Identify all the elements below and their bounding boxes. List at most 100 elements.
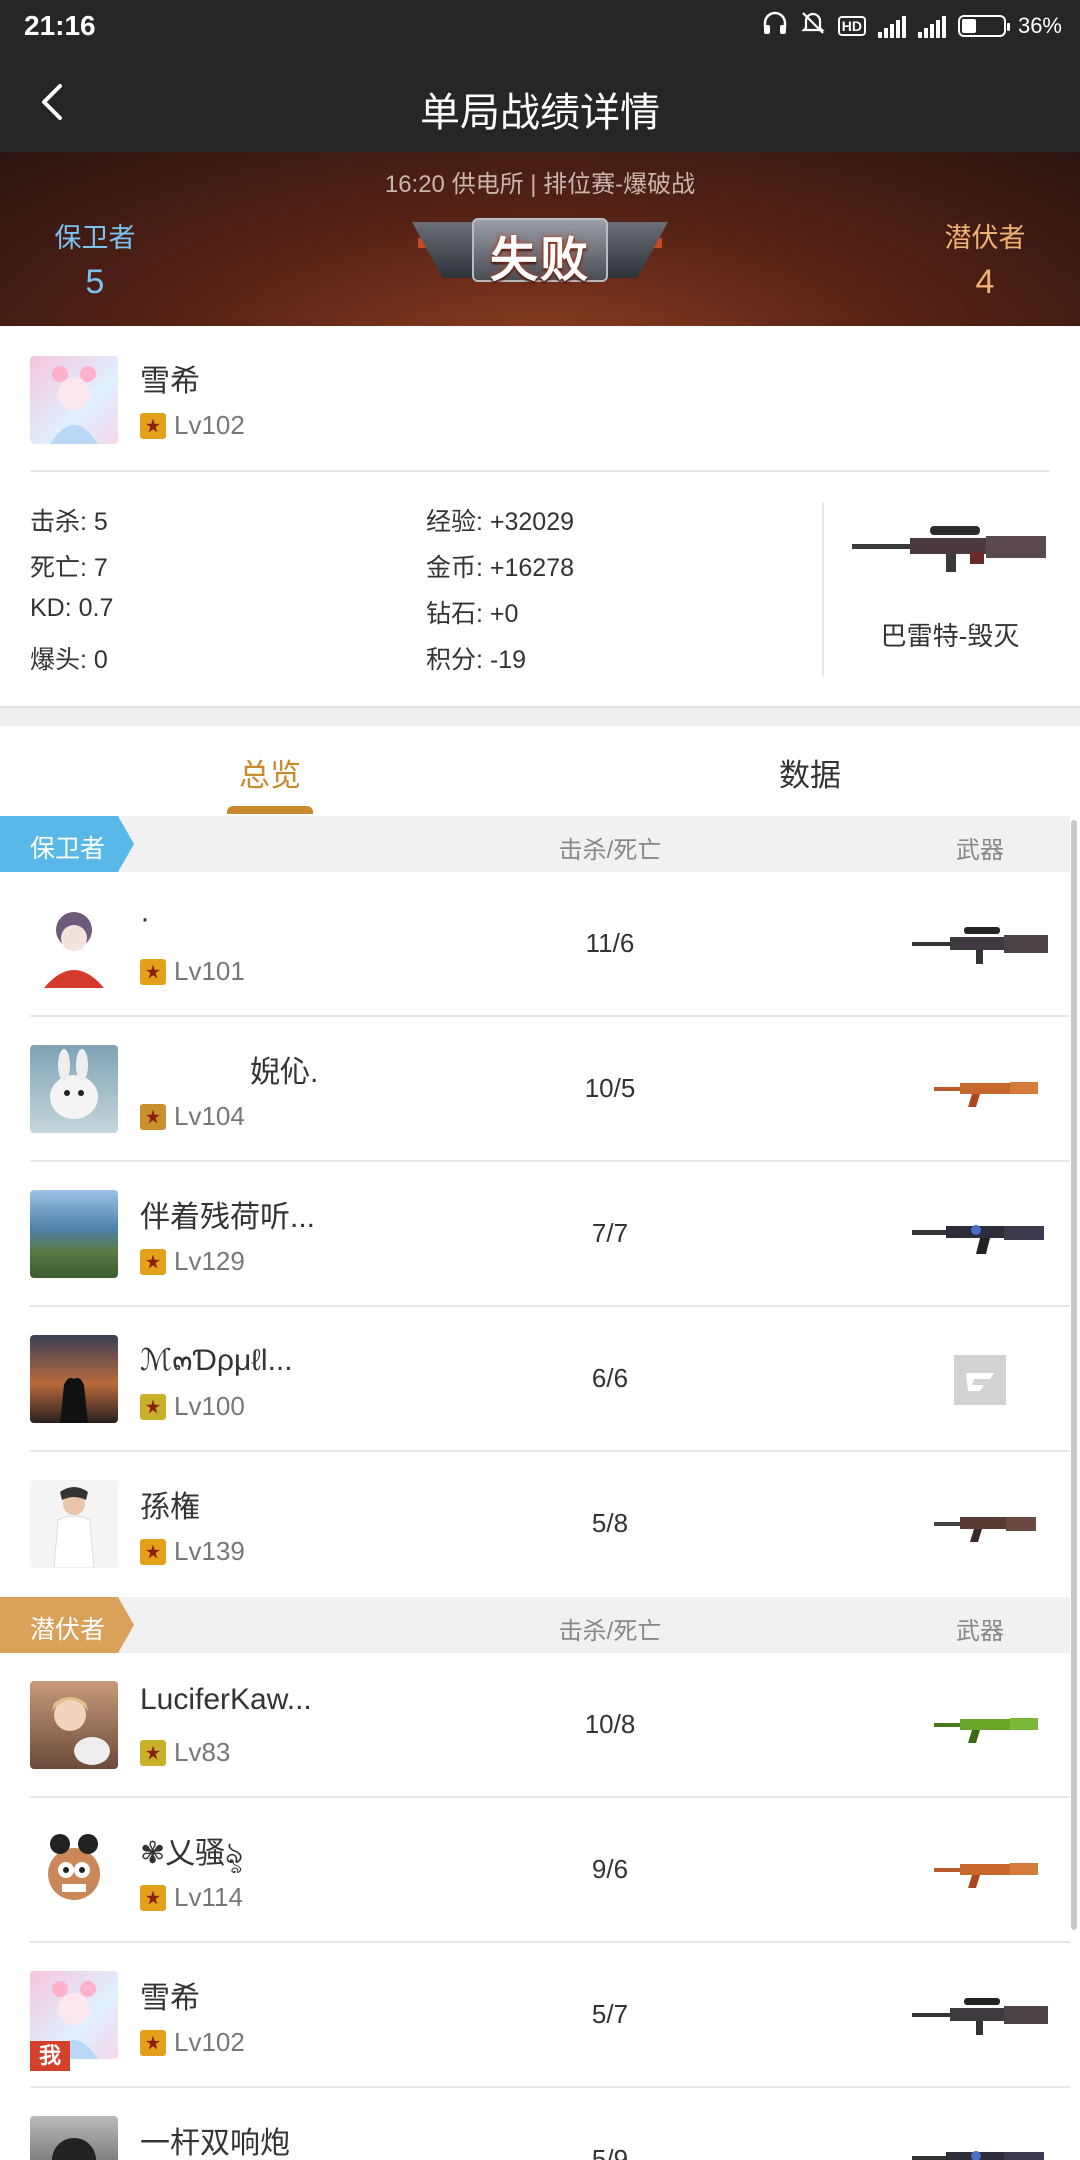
rank-icon xyxy=(140,958,166,985)
player-name: 雪希 xyxy=(140,1982,200,2015)
vertical-divider xyxy=(822,502,824,676)
defenders-tag: 保卫者 xyxy=(0,816,134,872)
rank-icon xyxy=(140,1393,166,1420)
signal-icon-2 xyxy=(917,14,946,38)
table-row[interactable]: ℳ๓Ɗρμℓl... Lv100 6/6 xyxy=(0,1307,1070,1452)
player-level: Lv102 xyxy=(140,410,245,441)
player-name: ℳ๓Ɗρμℓl... xyxy=(140,1344,293,1377)
rank-icon xyxy=(140,1248,166,1275)
attackers-header: 潜伏者 击杀/死亡 武器 xyxy=(0,1597,1070,1653)
weapon-name: 巴雷特-毁灭 xyxy=(880,621,1020,651)
player-level: Lv101 xyxy=(140,956,245,987)
avatar[interactable] xyxy=(30,1826,118,1914)
ak-rifle-icon xyxy=(910,1065,1050,1115)
avatar[interactable] xyxy=(30,1045,118,1133)
stat-gold: 金币: +16278 xyxy=(426,554,575,582)
col-weapon-header: 武器 xyxy=(956,1618,1004,1645)
player-level: Lv129 xyxy=(140,1246,245,1277)
right-team-name: 潜伏者 xyxy=(944,223,1026,253)
hd-icon: HD xyxy=(837,16,866,36)
kill-death: 7/7 xyxy=(591,1218,629,1248)
avatar[interactable] xyxy=(30,1190,118,1278)
right-team-score: 4 xyxy=(975,263,995,301)
kill-death: 11/6 xyxy=(585,928,635,958)
rifle-icon xyxy=(910,2136,1050,2160)
table-row[interactable]: 我 雪希 Lv102 5/7 xyxy=(0,1943,1070,2088)
defenders-header: 保卫者 击杀/死亡 武器 xyxy=(0,816,1070,872)
ak-rifle-icon xyxy=(910,1846,1050,1896)
player-name: 雪希 xyxy=(140,365,200,398)
player-summary: 雪希 Lv102 击杀: 5 死亡: 7 KD: 0.7 爆头: 0 经验: +… xyxy=(0,326,1080,706)
col-kd-header: 击杀/死亡 xyxy=(558,1618,662,1645)
stat-diamond: 钻石: +0 xyxy=(426,600,519,628)
stat-deaths: 死亡: 7 xyxy=(30,554,108,582)
sniper-rifle-icon xyxy=(910,920,1050,970)
kill-death: 10/5 xyxy=(584,1073,636,1103)
table-row[interactable]: 婗伈. Lv104 10/5 xyxy=(0,1017,1070,1162)
stat-exp: 经验: +32029 xyxy=(426,508,575,536)
stat-kd: KD: 0.7 xyxy=(30,594,114,622)
col-kd-header: 击杀/死亡 xyxy=(558,837,662,864)
left-team-score: 5 xyxy=(85,263,105,301)
match-banner: 16:20 供电所 | 排位赛-爆破战 保卫者 5 失败 潜伏者 4 xyxy=(0,152,1080,326)
scrollbar[interactable] xyxy=(1071,820,1077,1930)
player-name: ✾乂骚ৡ xyxy=(140,1837,244,1870)
rank-icon xyxy=(140,1103,166,1130)
rank-icon xyxy=(140,1884,166,1911)
avatar[interactable] xyxy=(30,356,118,444)
kill-death: 10/8 xyxy=(584,1709,636,1739)
avatar[interactable] xyxy=(30,1480,118,1568)
stat-headshots: 爆头: 0 xyxy=(30,646,108,674)
result-text: 失败 xyxy=(489,234,590,287)
left-team: 保卫者 5 xyxy=(30,216,160,302)
kill-death: 5/9 xyxy=(591,2144,629,2160)
table-row[interactable]: 伴着残荷听... Lv129 7/7 xyxy=(0,1162,1070,1307)
divider xyxy=(30,470,1050,472)
sniper-rifle-icon xyxy=(850,520,1050,576)
col-weapon-header: 武器 xyxy=(956,837,1004,864)
player-level: Lv83 xyxy=(140,1737,230,1768)
left-team-name: 保卫者 xyxy=(54,223,136,253)
ak-rifle-icon xyxy=(910,1701,1050,1751)
kill-death: 6/6 xyxy=(591,1363,629,1393)
headphones-icon xyxy=(762,11,788,41)
rank-icon xyxy=(140,1538,166,1565)
table-row[interactable]: LuciferKaw... Lv83 10/8 xyxy=(0,1653,1070,1798)
avatar[interactable] xyxy=(30,1335,118,1423)
avatar[interactable] xyxy=(30,1681,118,1769)
player-name: · xyxy=(140,902,150,935)
page-title: 单局战绩详情 xyxy=(420,91,660,135)
table-row[interactable]: · Lv101 11/6 xyxy=(0,872,1070,1017)
player-level: Lv102 xyxy=(140,2027,245,2058)
player-level: Lv114 xyxy=(140,1882,243,1913)
tab-bar: 总览 数据 xyxy=(0,726,1080,814)
battery-icon xyxy=(957,15,1010,37)
result-badge: 失败 xyxy=(412,214,668,288)
table-row[interactable]: 孫権 Lv139 5/8 xyxy=(0,1452,1070,1597)
kill-death: 5/7 xyxy=(591,1999,629,2029)
me-badge: 我 xyxy=(30,2041,70,2071)
avatar[interactable] xyxy=(30,2116,118,2160)
section-gap xyxy=(0,706,1080,726)
tab-indicator xyxy=(227,806,313,814)
player-name: LuciferKaw... xyxy=(140,1683,312,1716)
rank-icon xyxy=(140,1739,166,1766)
sniper-rifle-icon xyxy=(910,1991,1050,2041)
status-icons: HD 36% xyxy=(762,10,1062,42)
table-row[interactable]: ✾乂骚ৡ Lv114 9/6 xyxy=(0,1798,1070,1943)
tab-overview[interactable]: 总览 xyxy=(0,750,540,795)
attackers-tag: 潜伏者 xyxy=(0,1597,134,1653)
stat-kills: 击杀: 5 xyxy=(30,508,108,536)
avatar[interactable] xyxy=(30,900,118,988)
status-bar: 21:16 HD 36% xyxy=(0,0,1080,52)
tab-data[interactable]: 数据 xyxy=(540,750,1080,795)
player-level: Lv100 xyxy=(140,1391,245,1422)
title-bar: 单局战绩详情 xyxy=(0,52,1080,152)
status-time: 21:16 xyxy=(24,10,96,41)
battery-percent: 36% xyxy=(1017,13,1062,38)
kill-death: 5/8 xyxy=(591,1508,629,1538)
stat-points: 积分: -19 xyxy=(426,646,527,674)
player-name: 一杆双响炮 xyxy=(140,2127,290,2160)
table-row[interactable]: 一杆双响炮 5/9 xyxy=(0,2088,1070,2160)
signal-icon xyxy=(877,14,906,38)
